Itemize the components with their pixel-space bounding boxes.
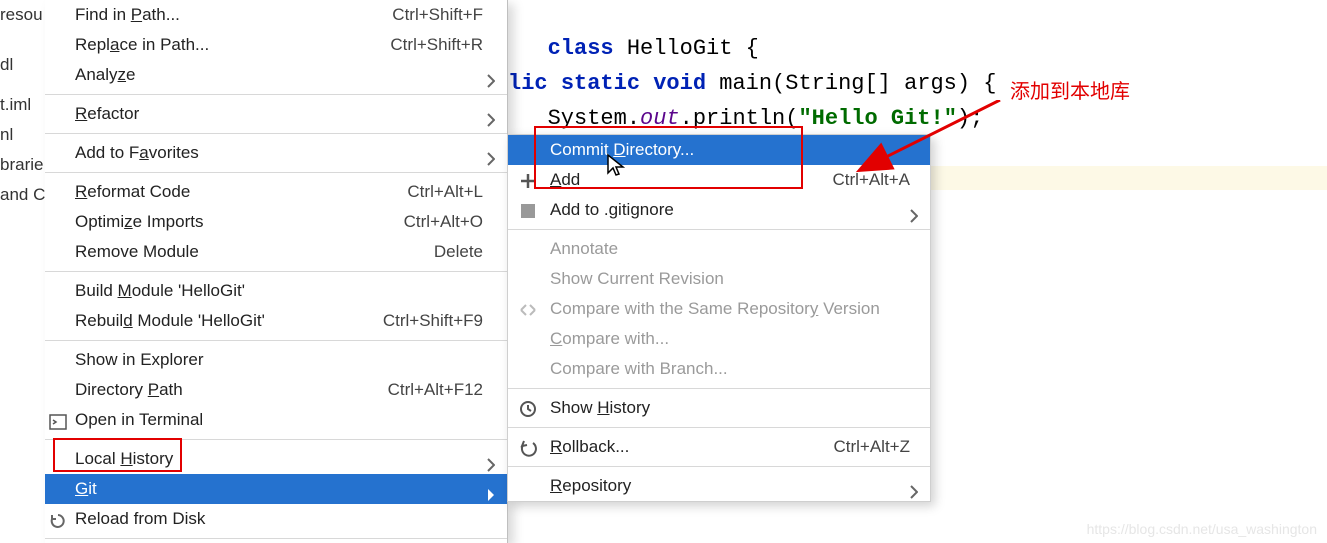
- diff-icon: [518, 300, 538, 320]
- analyze-item[interactable]: Analyze: [45, 60, 507, 90]
- show-history-item[interactable]: Show History: [508, 393, 930, 423]
- git-add-shortcut: Ctrl+Alt+A: [833, 165, 910, 195]
- find-in-path-item[interactable]: Find in Path... Ctrl+Shift+F: [45, 0, 507, 30]
- add-gitignore-item[interactable]: Add to .gitignore: [508, 195, 930, 225]
- build-module-item[interactable]: Build Module 'HelloGit': [45, 276, 507, 306]
- refactor-item[interactable]: Refactor: [45, 99, 507, 129]
- rebuild-module-item[interactable]: Rebuild Module 'HelloGit' Ctrl+Shift+F9: [45, 306, 507, 336]
- find-in-path-label: Find in Path...: [75, 5, 180, 24]
- clock-icon: [518, 399, 538, 419]
- project-tree-partial: resou dl t.iml nl brarie and C: [0, 0, 44, 210]
- add-gitignore-label: Add to .gitignore: [550, 200, 674, 219]
- cmp-with-label: Compare with...: [550, 329, 669, 348]
- context-menu: Find in Path... Ctrl+Shift+F Replace in …: [45, 0, 508, 543]
- rollback-label: Rollback...: [550, 437, 629, 456]
- refactor-label: Refactor: [75, 104, 139, 123]
- highlight-strip: [930, 166, 1327, 190]
- add-to-favorites-label: Add to Favorites: [75, 143, 199, 162]
- git-label: Git: [75, 479, 97, 498]
- remove-module-item[interactable]: Remove Module Delete: [45, 237, 507, 267]
- optimize-label: Optimize Imports: [75, 212, 203, 231]
- compare-repo-item: Compare with the Same Repository Version: [508, 294, 930, 324]
- compare-branch-item: Compare with Branch...: [508, 354, 930, 384]
- reload-label: Reload from Disk: [75, 509, 205, 528]
- chevron-right-icon: [910, 203, 918, 217]
- optimize-imports-item[interactable]: Optimize Imports Ctrl+Alt+O: [45, 207, 507, 237]
- git-item[interactable]: Git: [45, 474, 507, 504]
- git-add-item[interactable]: Add Ctrl+Alt+A: [508, 165, 930, 195]
- watermark: https://blog.csdn.net/usa_washington: [1087, 521, 1317, 537]
- local-history-label: Local History: [75, 449, 173, 468]
- open-terminal-label: Open in Terminal: [75, 410, 203, 429]
- chevron-right-icon: [487, 107, 495, 121]
- chevron-right-icon: [487, 146, 495, 160]
- annotation-text: 添加到本地库: [1010, 75, 1130, 104]
- repository-item[interactable]: Repository: [508, 471, 930, 501]
- terminal-icon: [49, 411, 67, 429]
- chevron-right-icon: [487, 68, 495, 82]
- local-history-item[interactable]: Local History: [45, 444, 507, 474]
- show-current-revision-item: Show Current Revision: [508, 264, 930, 294]
- find-in-path-shortcut: Ctrl+Shift+F: [392, 0, 483, 30]
- show-history-label: Show History: [550, 398, 650, 417]
- cmp-branch-label: Compare with Branch...: [550, 359, 728, 378]
- chevron-right-icon: [487, 452, 495, 466]
- reformat-shortcut: Ctrl+Alt+L: [407, 177, 483, 207]
- compare-with-submenu-item: Compare with...: [508, 324, 930, 354]
- chevron-right-icon: [910, 479, 918, 493]
- rollback-shortcut: Ctrl+Alt+Z: [833, 432, 910, 462]
- rollback-item[interactable]: Rollback... Ctrl+Alt+Z: [508, 432, 930, 462]
- plus-icon: [518, 171, 538, 191]
- replace-in-path-label: Replace in Path...: [75, 35, 209, 54]
- rollback-icon: [518, 438, 538, 458]
- git-submenu: Commit Directory... Add Ctrl+Alt+A Add t…: [507, 134, 931, 502]
- rebuild-module-label: Rebuild Module 'HelloGit': [75, 311, 265, 330]
- replace-in-path-shortcut: Ctrl+Shift+R: [390, 30, 483, 60]
- show-explorer-label: Show in Explorer: [75, 350, 204, 369]
- chevron-right-icon: [487, 482, 495, 496]
- open-terminal-item[interactable]: Open in Terminal: [45, 405, 507, 435]
- directory-path-label: Directory Path: [75, 380, 183, 399]
- build-module-label: Build Module 'HelloGit': [75, 281, 245, 300]
- show-rev-label: Show Current Revision: [550, 269, 724, 288]
- annotate-item: Annotate: [508, 234, 930, 264]
- git-add-label: Add: [550, 170, 580, 189]
- refresh-icon: [49, 510, 67, 528]
- repository-label: Repository: [550, 476, 631, 495]
- reformat-label: Reformat Code: [75, 182, 190, 201]
- reformat-code-item[interactable]: Reformat Code Ctrl+Alt+L: [45, 177, 507, 207]
- cmp-repo-label: Compare with the Same Repository Version: [550, 299, 880, 318]
- replace-in-path-item[interactable]: Replace in Path... Ctrl+Shift+R: [45, 30, 507, 60]
- rebuild-shortcut: Ctrl+Shift+F9: [383, 306, 483, 336]
- optimize-shortcut: Ctrl+Alt+O: [404, 207, 483, 237]
- show-in-explorer-item[interactable]: Show in Explorer: [45, 345, 507, 375]
- annotate-label: Annotate: [550, 239, 618, 258]
- analyze-label: Analyze: [75, 65, 136, 84]
- directory-path-shortcut: Ctrl+Alt+F12: [388, 375, 483, 405]
- remove-module-label: Remove Module: [75, 242, 199, 261]
- reload-from-disk-item[interactable]: Reload from Disk: [45, 504, 507, 534]
- mouse-cursor-icon: [605, 153, 627, 185]
- remove-module-shortcut: Delete: [434, 237, 483, 267]
- commit-directory-item[interactable]: Commit Directory...: [508, 135, 930, 165]
- add-to-favorites-item[interactable]: Add to Favorites: [45, 138, 507, 168]
- gitignore-icon: [518, 201, 538, 221]
- directory-path-item[interactable]: Directory Path Ctrl+Alt+F12: [45, 375, 507, 405]
